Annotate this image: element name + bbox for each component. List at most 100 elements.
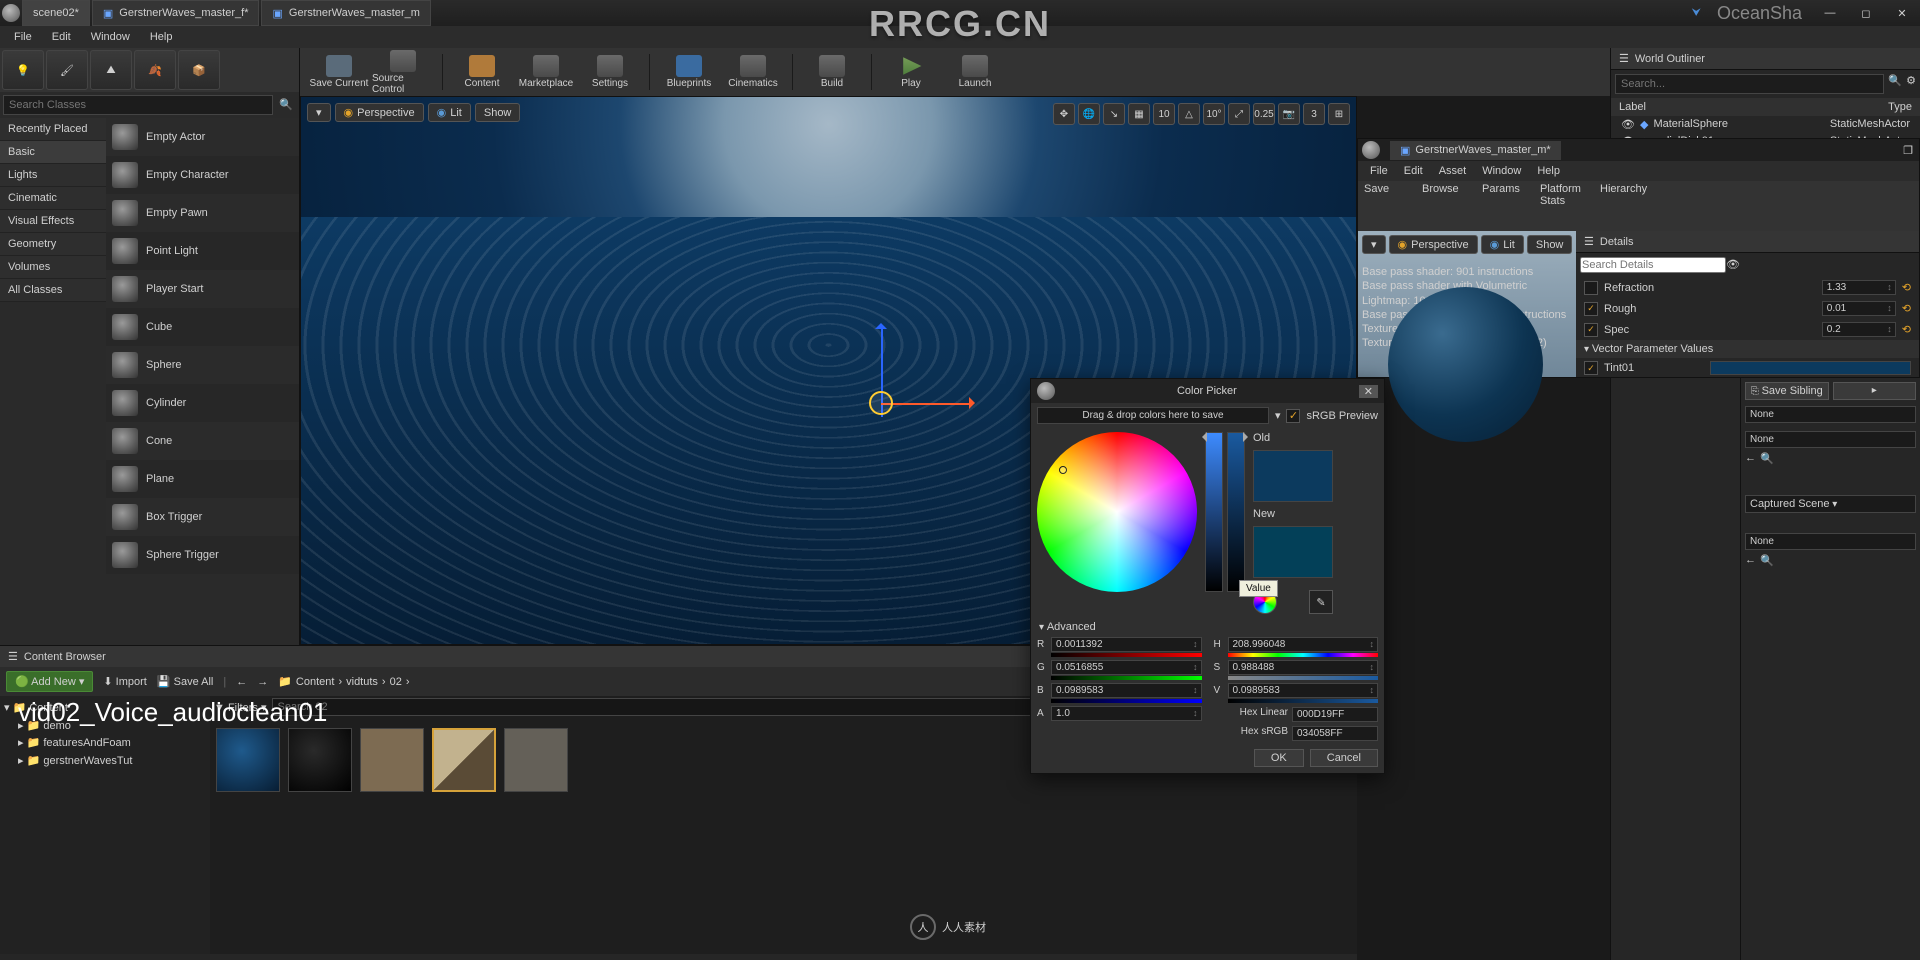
search-icon[interactable]: 🔍 <box>276 95 296 115</box>
section-vector-params[interactable]: ▾ Vector Parameter Values <box>1576 340 1919 358</box>
refraction-value[interactable]: 1.33 <box>1822 280 1896 295</box>
save-current-button[interactable]: Save Current <box>308 49 370 95</box>
paint-mode-icon[interactable]: 🖌 <box>46 50 88 90</box>
material-save-button[interactable]: Save <box>1364 183 1420 229</box>
browse-asset-icon[interactable]: ← <box>1745 554 1756 567</box>
material-params-button[interactable]: Params <box>1482 183 1538 229</box>
srgb-checkbox[interactable]: ✓ <box>1286 409 1300 423</box>
grid-snap-icon[interactable]: ▦ <box>1128 103 1150 125</box>
content-button[interactable]: Content <box>451 49 513 95</box>
browse-asset-icon[interactable]: ← <box>1745 452 1756 465</box>
material-hierarchy-button[interactable]: Hierarchy <box>1600 183 1656 229</box>
save-sibling-button[interactable]: ⎘ Save Sibling <box>1745 382 1829 400</box>
angle-snap-value[interactable]: 10° <box>1203 103 1225 125</box>
build-button[interactable]: Build <box>801 49 863 95</box>
material-menu-asset[interactable]: Asset <box>1431 163 1475 179</box>
material-menu-edit[interactable]: Edit <box>1396 163 1431 179</box>
outliner-search-input[interactable] <box>1615 74 1884 94</box>
s-field[interactable]: 0.988488 <box>1228 660 1379 675</box>
launch-button[interactable]: Launch <box>944 49 1006 95</box>
col-type[interactable]: Type <box>1888 101 1912 113</box>
tint-checkbox[interactable]: ✓ <box>1584 361 1598 375</box>
search-classes-input[interactable] <box>3 95 273 115</box>
place-mode-icon[interactable]: 💡 <box>2 50 44 90</box>
blueprints-button[interactable]: Blueprints <box>658 49 720 95</box>
item-cone[interactable]: Cone <box>106 422 299 460</box>
play-button[interactable]: Play <box>880 49 942 95</box>
hex-srgb-field[interactable]: 034058FF <box>1292 726 1378 741</box>
marketplace-button[interactable]: Marketplace <box>515 49 577 95</box>
hex-linear-field[interactable]: 000D19FF <box>1292 707 1378 722</box>
h-field[interactable]: 208.996048 <box>1228 637 1379 652</box>
editor-tab-asset1[interactable]: ▣GerstnerWaves_master_f* <box>92 0 260 26</box>
asset-thumbnail[interactable] <box>504 728 568 792</box>
saturation-bar[interactable] <box>1205 432 1223 592</box>
editor-tab-scene[interactable]: scene02* <box>22 0 90 26</box>
rough-value[interactable]: 0.01 <box>1822 301 1896 316</box>
material-tab[interactable]: ▣GerstnerWaves_master_m* <box>1390 141 1561 160</box>
mat-perspective-button[interactable]: ◉Perspective <box>1389 235 1478 254</box>
cat-basic[interactable]: Basic <box>0 141 106 164</box>
scale-snap-value[interactable]: 0.25 <box>1253 103 1275 125</box>
maximize-viewport-icon[interactable]: ⊞ <box>1328 103 1350 125</box>
col-label[interactable]: Label <box>1619 101 1888 113</box>
foliage-mode-icon[interactable]: 🍂 <box>134 50 176 90</box>
landscape-mode-icon[interactable]: ⛰ <box>90 50 132 90</box>
value-bar[interactable] <box>1227 432 1245 592</box>
save-all-button[interactable]: 💾 Save All <box>157 675 214 688</box>
tree-item[interactable]: ▸ 📁 featuresAndFoam <box>4 735 206 753</box>
material-platform-stats-button[interactable]: Platform Stats <box>1540 183 1596 229</box>
viewport-perspective-button[interactable]: ◉Perspective <box>335 103 424 122</box>
details-view-icon[interactable]: 👁 <box>1726 259 1740 271</box>
item-cube[interactable]: Cube <box>106 308 299 346</box>
translate-gizmo-x[interactable] <box>881 403 971 405</box>
add-new-button[interactable]: 🟢 Add New ▾ <box>6 671 93 692</box>
b-field[interactable]: 0.0989583 <box>1051 683 1202 698</box>
g-field[interactable]: 0.0516855 <box>1051 660 1202 675</box>
camera-speed-value[interactable]: 3 <box>1303 103 1325 125</box>
save-sibling-extra-icon[interactable]: ▸ <box>1833 382 1917 400</box>
close-button[interactable]: ✕ <box>1884 0 1920 26</box>
asset-thumbnail[interactable] <box>216 728 280 792</box>
item-empty-actor[interactable]: Empty Actor <box>106 118 299 156</box>
breadcrumb-item[interactable]: vidtuts <box>346 676 378 688</box>
a-field[interactable]: 1.0 <box>1051 706 1202 721</box>
item-player-start[interactable]: Player Start <box>106 270 299 308</box>
source-control-status-icon[interactable]: ⮟ <box>1686 0 1707 26</box>
tint-color-swatch[interactable] <box>1710 361 1911 375</box>
settings-button[interactable]: Settings <box>579 49 641 95</box>
outliner-row[interactable]: 👁◆MaterialSphereStaticMeshActor <box>1611 116 1920 133</box>
color-drop-area[interactable]: Drag & drop colors here to save <box>1037 407 1269 424</box>
mat-lit-button[interactable]: ◉Lit <box>1481 235 1524 254</box>
material-browse-button[interactable]: Browse <box>1422 183 1478 229</box>
cat-recently-placed[interactable]: Recently Placed <box>0 118 106 141</box>
v-field[interactable]: 0.0989583 <box>1228 683 1379 698</box>
breadcrumb-item[interactable]: 02 <box>390 676 402 688</box>
asset-thumbnail[interactable] <box>288 728 352 792</box>
menu-help[interactable]: Help <box>140 28 183 46</box>
material-menu-file[interactable]: File <box>1362 163 1396 179</box>
item-plane[interactable]: Plane <box>106 460 299 498</box>
cat-cinematic[interactable]: Cinematic <box>0 187 106 210</box>
menu-window[interactable]: Window <box>81 28 140 46</box>
surface-snapping-icon[interactable]: ↘ <box>1103 103 1125 125</box>
viewport-lit-button[interactable]: ◉Lit <box>428 103 471 122</box>
breadcrumb-item[interactable]: Content <box>296 676 335 688</box>
color-picker-close-icon[interactable]: ✕ <box>1359 385 1378 398</box>
color-dropdown-icon[interactable]: ▾ <box>1275 409 1281 422</box>
tree-item[interactable]: ▸ 📁 gerstnerWavesTut <box>4 753 206 771</box>
item-cylinder[interactable]: Cylinder <box>106 384 299 422</box>
cat-volumes[interactable]: Volumes <box>0 256 106 279</box>
material-menu-window[interactable]: Window <box>1474 163 1529 179</box>
cancel-button[interactable]: Cancel <box>1310 749 1378 767</box>
ok-button[interactable]: OK <box>1254 749 1304 767</box>
viewport-show-button[interactable]: Show <box>475 103 521 122</box>
cat-geometry[interactable]: Geometry <box>0 233 106 256</box>
r-field[interactable]: 0.0011392 <box>1051 637 1202 652</box>
item-point-light[interactable]: Point Light <box>106 232 299 270</box>
scale-snap-icon[interactable]: ⤢ <box>1228 103 1250 125</box>
cat-all-classes[interactable]: All Classes <box>0 279 106 302</box>
material-preview-viewport[interactable]: ▾ ◉Perspective ◉Lit Show Base pass shade… <box>1358 231 1576 377</box>
details-search-input[interactable] <box>1580 257 1726 273</box>
captured-scene-dropdown[interactable]: Captured Scene ▾ <box>1745 495 1916 513</box>
